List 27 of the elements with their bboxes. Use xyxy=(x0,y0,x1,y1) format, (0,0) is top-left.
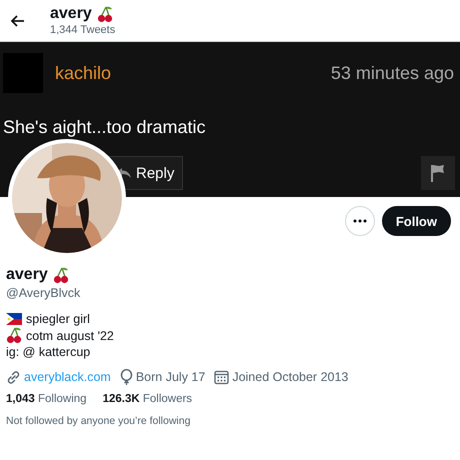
more-button[interactable] xyxy=(344,206,375,236)
comment-text: She's aight...too dramatic xyxy=(3,117,207,138)
cherry-icon xyxy=(6,327,22,344)
profile-handle: @AveryBlvck xyxy=(6,286,82,300)
profile-name: avery xyxy=(6,266,48,284)
birthday-text: Born July 17 xyxy=(136,370,206,384)
tweet-count: 1,344 Tweets xyxy=(50,24,116,36)
followers-link[interactable]: 126.3K Followers xyxy=(102,393,192,405)
link-icon xyxy=(6,370,21,384)
balloon-icon xyxy=(120,369,133,385)
followers-note: Not followed by anyone you’re following xyxy=(6,415,192,427)
join-date: Joined October 2013 xyxy=(232,370,348,384)
cherry-icon xyxy=(96,6,113,22)
bio-line: spiegler girl xyxy=(26,311,90,327)
bio-line: ig: @ kattercup xyxy=(6,344,90,360)
flag-button[interactable] xyxy=(421,156,455,190)
bio-line: cotm august '22 xyxy=(26,328,114,344)
comment-username: kachilo xyxy=(55,62,112,84)
following-link[interactable]: 1,043 Following xyxy=(6,393,87,405)
calendar-icon xyxy=(214,370,230,384)
flag-icon xyxy=(6,313,22,325)
comment-time: 53 minutes ago xyxy=(330,62,454,84)
profile-name: avery xyxy=(50,5,92,23)
cherry-icon xyxy=(52,266,69,284)
more-icon xyxy=(352,219,367,223)
follow-button[interactable]: Follow xyxy=(382,206,451,236)
flag-icon xyxy=(431,164,445,182)
